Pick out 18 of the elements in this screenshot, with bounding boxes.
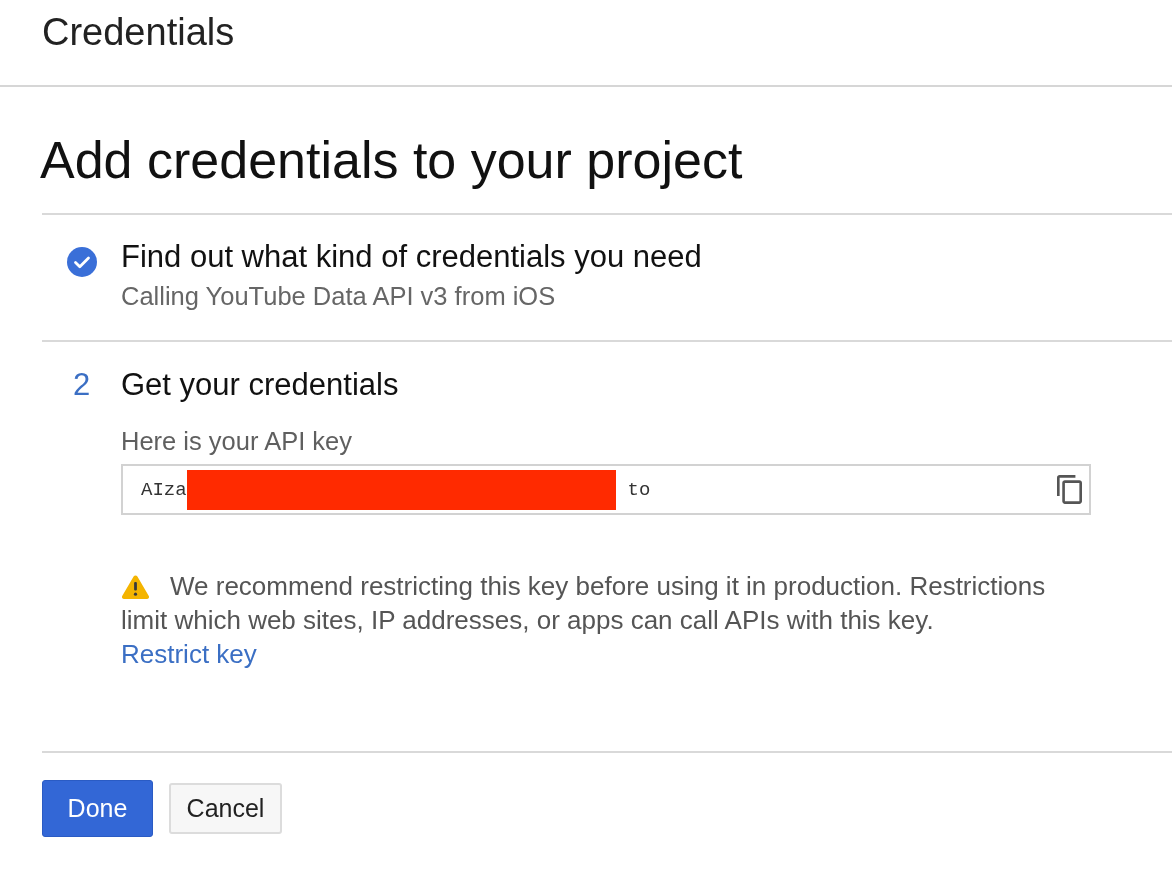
warning-icon [121, 573, 150, 599]
step-number: 2 [72, 366, 91, 404]
page-title: Credentials [42, 10, 235, 55]
step-title: Get your credentials [121, 366, 399, 404]
check-circle-icon [66, 247, 97, 277]
page-heading: Add credentials to your project [40, 130, 743, 190]
warning-text: limit which web sites, IP addresses, or apps can call APIs with this key. [121, 604, 934, 637]
api-key-label: Here is your API key [121, 426, 352, 457]
step-title: Find out what kind of credentials you need [121, 238, 702, 276]
api-key-field[interactable]: AIza to [121, 464, 1091, 515]
api-key-text: to [627, 478, 651, 501]
restrict-key-link[interactable]: Restrict key [121, 637, 257, 671]
action-button[interactable]: Cancel [169, 783, 282, 834]
api-key-text: AIza [141, 478, 187, 501]
warning-text: We recommend restricting this key before using it in production. Restrictions [170, 570, 1046, 603]
action-button[interactable]: Done [42, 780, 153, 837]
step-subtitle: Calling YouTube Data API v3 from iOS [121, 281, 556, 312]
copy-icon[interactable] [1057, 475, 1082, 504]
